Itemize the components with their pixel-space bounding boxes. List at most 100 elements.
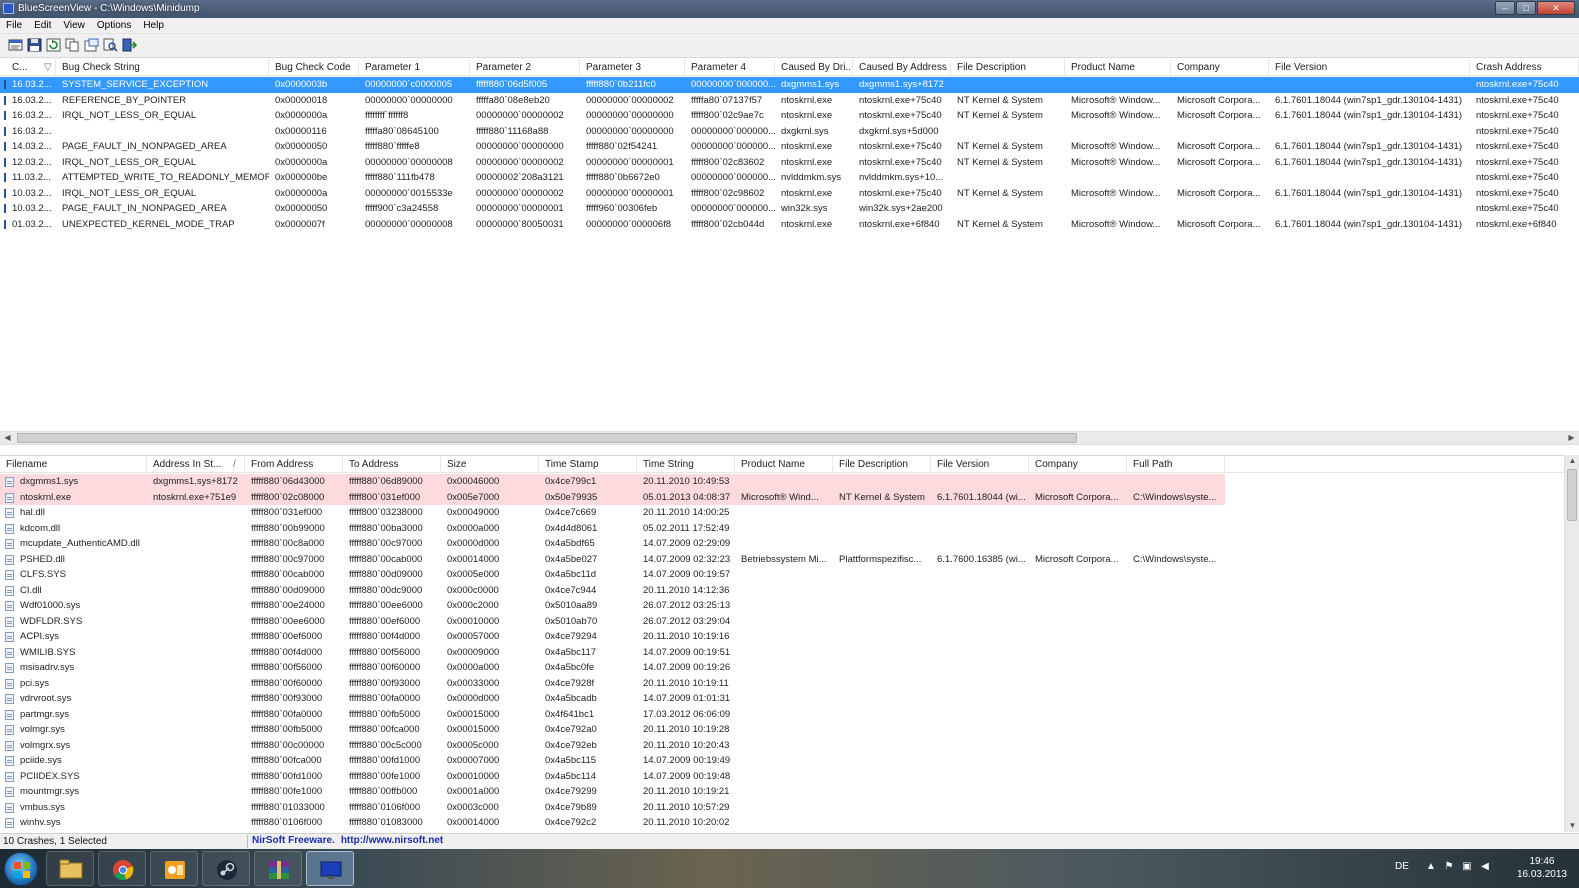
driver-row[interactable]: partmgr.sys fffff880`00fa0000 fffff880`00f… — [0, 707, 1564, 723]
column-header-from-address[interactable]: From Address — [245, 456, 343, 473]
network-icon[interactable]: ▣ — [1461, 861, 1473, 873]
column-header-caused-by-address[interactable]: Caused By Address — [853, 59, 951, 76]
exit-icon[interactable] — [122, 38, 137, 52]
driver-row[interactable]: ntoskrnl.exe ntoskrnl.exe+751e9 fffff800`0… — [0, 489, 1225, 505]
column-header-caused-by-driver[interactable]: Caused By Dri... — [775, 59, 853, 76]
column-header-size[interactable]: Size — [441, 456, 539, 473]
close-button[interactable]: ✕ — [1537, 1, 1575, 15]
cell-product-name — [735, 629, 833, 645]
column-header-parameter-2[interactable]: Parameter 2 — [470, 59, 580, 76]
copy-icon[interactable] — [65, 38, 80, 52]
minimize-button[interactable]: – — [1495, 1, 1515, 15]
driver-row[interactable]: mountmgr.sys fffff880`00fe1000 fffff880`00… — [0, 784, 1564, 800]
show-hidden-icons-icon[interactable]: ▲ — [1425, 861, 1437, 873]
properties-icon[interactable] — [8, 38, 23, 52]
scroll-down-icon[interactable]: ▼ — [1565, 820, 1579, 832]
driver-row[interactable]: WDFLDR.SYS fffff880`00ee6000 fffff880`00ef… — [0, 614, 1564, 630]
driver-row[interactable]: CI.dll fffff880`00d09000 fffff880`00dc9000… — [0, 583, 1564, 599]
column-header-file-version[interactable]: File Version — [1269, 59, 1470, 76]
cell-file-version: 6.1.7601.18044 (win7sp1_gdr.130104-1431) — [1275, 218, 1462, 230]
menu-file[interactable]: File — [0, 18, 28, 33]
column-header-product-name[interactable]: Product Name — [1065, 59, 1171, 76]
driver-row[interactable]: PSHED.dll fffff880`00c97000 fffff880`00cab… — [0, 552, 1564, 568]
html-report-icon[interactable] — [84, 38, 99, 52]
crash-row[interactable]: 10.03.2... PAGE_FAULT_IN_NONPAGED_AREA 0x0… — [0, 201, 1579, 217]
column-header-parameter-3[interactable]: Parameter 3 — [580, 59, 685, 76]
column-header-driver-file-description[interactable]: File Description — [833, 456, 931, 473]
driver-row[interactable]: hal.dll fffff800`031ef000 fffff800`0323800… — [0, 505, 1564, 521]
crash-row[interactable]: 16.03.2... SYSTEM_SERVICE_EXCEPTION 0x0000… — [0, 77, 1579, 93]
vertical-scroll-thumb[interactable] — [1567, 469, 1577, 521]
chrome-icon[interactable] — [98, 851, 146, 886]
driver-row[interactable]: kdcom.dll fffff880`00b99000 fffff880`00ba3… — [0, 521, 1564, 537]
crash-row[interactable]: 12.03.2... IRQL_NOT_LESS_OR_EQUAL 0x000000… — [0, 155, 1579, 171]
driver-row[interactable]: WMILIB.SYS fffff880`00f4d000 fffff880`00f5… — [0, 645, 1564, 661]
column-header-driver-product-name[interactable]: Product Name — [735, 456, 833, 473]
column-header-parameter-1[interactable]: Parameter 1 — [359, 59, 470, 76]
driver-row[interactable]: vmbus.sys fffff880`01033000 fffff880`0106f… — [0, 800, 1564, 816]
driver-row[interactable]: ACPI.sys fffff880`00ef6000 fffff880`00f4d0… — [0, 629, 1564, 645]
scroll-left-icon[interactable]: ◀ — [0, 432, 15, 444]
maximize-button[interactable]: □ — [1516, 1, 1536, 15]
horizontal-scroll-thumb[interactable] — [17, 433, 1077, 443]
menu-options[interactable]: Options — [91, 18, 137, 33]
action-center-flag-icon[interactable]: ⚑ — [1443, 861, 1455, 873]
scroll-up-icon[interactable]: ▲ — [1565, 455, 1579, 467]
crash-row[interactable]: 10.03.2... IRQL_NOT_LESS_OR_EQUAL 0x000000… — [0, 186, 1579, 202]
column-header-company[interactable]: Company — [1171, 59, 1269, 76]
outlook-icon[interactable] — [150, 851, 198, 886]
start-button[interactable] — [4, 852, 38, 886]
column-header-time-string[interactable]: Time String — [637, 456, 735, 473]
crash-row[interactable]: 14.03.2... PAGE_FAULT_IN_NONPAGED_AREA 0x0… — [0, 139, 1579, 155]
driver-row[interactable]: PCIIDEX.SYS fffff880`00fd1000 fffff880`00f… — [0, 769, 1564, 785]
driver-row[interactable]: volmgrx.sys fffff880`00c00000 fffff880`00c… — [0, 738, 1564, 754]
column-header-driver-company[interactable]: Company — [1029, 456, 1127, 473]
column-header-bug-check-code[interactable]: Bug Check Code — [269, 59, 359, 76]
find-icon[interactable] — [103, 38, 118, 52]
menu-help[interactable]: Help — [137, 18, 170, 33]
crash-row[interactable]: 01.03.2... UNEXPECTED_KERNEL_MODE_TRAP 0x0… — [0, 217, 1579, 233]
driver-row[interactable]: Wdf01000.sys fffff880`00e24000 fffff880`00… — [0, 598, 1564, 614]
title-bar[interactable]: BlueScreenView - C:\Windows\Minidump – □… — [0, 0, 1579, 18]
language-indicator[interactable]: DE — [1395, 861, 1409, 872]
column-header-parameter-4[interactable]: Parameter 4 — [685, 59, 775, 76]
column-header-filename[interactable]: Filename — [0, 456, 147, 473]
bluescreenview-icon[interactable] — [306, 851, 354, 886]
column-header-full-path[interactable]: Full Path — [1127, 456, 1225, 473]
driver-row[interactable]: CLFS.SYS fffff880`00cab000 fffff880`00d090… — [0, 567, 1564, 583]
vertical-scrollbar[interactable]: ▲ ▼ — [1564, 455, 1579, 832]
crash-row[interactable]: 16.03.2... IRQL_NOT_LESS_OR_EQUAL 0x000000… — [0, 108, 1579, 124]
driver-row[interactable]: volmgr.sys fffff880`00fb5000 fffff880`00fc… — [0, 722, 1564, 738]
refresh-icon[interactable] — [46, 38, 61, 52]
column-header-file-description[interactable]: File Description — [951, 59, 1065, 76]
driver-row[interactable]: vdrvroot.sys fffff880`00f93000 fffff880`00… — [0, 691, 1564, 707]
steam-icon[interactable] — [202, 851, 250, 886]
cell-parameter-2: 00000000`00000002 — [476, 156, 564, 168]
menu-edit[interactable]: Edit — [28, 18, 57, 33]
driver-row[interactable]: mcupdate_AuthenticAMD.dll fffff880`00c8a0… — [0, 536, 1564, 552]
column-header-time-stamp[interactable]: Time Stamp — [539, 456, 637, 473]
volume-icon[interactable]: ◀ — [1479, 861, 1491, 873]
scroll-right-icon[interactable]: ▶ — [1564, 432, 1579, 444]
crash-row[interactable]: 16.03.2... 0x00000116 fffffa80`08645100 fff… — [0, 124, 1579, 140]
winrar-icon[interactable] — [254, 851, 302, 886]
nirsoft-link[interactable]: http://www.nirsoft.net — [341, 835, 443, 846]
driver-row[interactable]: winhv.sys fffff880`0106f000 fffff880`01083… — [0, 815, 1564, 831]
explorer-icon[interactable] — [46, 851, 94, 886]
driver-list[interactable]: Filename Address In St... / From Address… — [0, 455, 1564, 832]
save-icon[interactable] — [27, 38, 42, 52]
crash-row[interactable]: 16.03.2... REFERENCE_BY_POINTER 0x00000018… — [0, 93, 1579, 109]
column-header-to-address[interactable]: To Address — [343, 456, 441, 473]
horizontal-scrollbar[interactable]: ◀ ▶ — [0, 431, 1579, 445]
driver-row[interactable]: msisadrv.sys fffff880`00f56000 fffff880`00… — [0, 660, 1564, 676]
menu-view[interactable]: View — [57, 18, 91, 33]
clock[interactable]: 19:46 16.03.2013 — [1517, 855, 1567, 881]
column-header-crash-address[interactable]: Crash Address — [1470, 59, 1579, 76]
driver-row[interactable]: pci.sys fffff880`00f60000 fffff880`00f9300… — [0, 676, 1564, 692]
crash-list[interactable]: C... ▽ Bug Check String Bug Check Code P… — [0, 59, 1579, 429]
column-header-bug-check-string[interactable]: Bug Check String — [56, 59, 269, 76]
crash-row[interactable]: 11.03.2... ATTEMPTED_WRITE_TO_READONLY_ME… — [0, 170, 1579, 186]
column-header-driver-file-version[interactable]: File Version — [931, 456, 1029, 473]
driver-row[interactable]: dxgmms1.sys dxgmms1.sys+8172 fffff880`06d4… — [0, 474, 1225, 490]
driver-row[interactable]: pciide.sys fffff880`00fca000 fffff880`00fd… — [0, 753, 1564, 769]
